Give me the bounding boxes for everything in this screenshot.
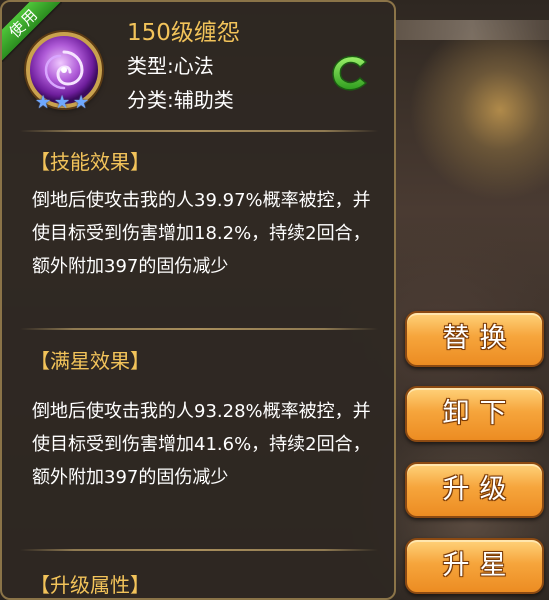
unequip-button[interactable]: 卸下 (405, 386, 544, 442)
skill-class: 分类:辅助类 (127, 88, 234, 112)
star-icon: ★ (35, 92, 52, 113)
header-divider (20, 130, 378, 132)
section-title-full-star-effect: 【满星效果】 (30, 349, 150, 373)
section-text-full-star-effect: 倒地后使攻击我的人93.28%概率被控，并使目标受到伤害增加41.6%，持续2回… (32, 401, 371, 488)
section-divider (20, 328, 378, 330)
in-use-ribbon-label: 使用 (2, 2, 62, 62)
section-text-skill-effect: 倒地后使攻击我的人39.97%概率被控，并使目标受到伤害增加18.2%，持续2回… (32, 190, 371, 277)
star-up-button[interactable]: 升星 (405, 538, 544, 594)
upgrade-button[interactable]: 升级 (405, 462, 544, 518)
section-title-upgrade-attributes: 【升级属性】 (30, 573, 150, 597)
star-icon: ★ (54, 92, 71, 113)
section-divider (20, 549, 378, 551)
skill-info-panel: 使用 ★ ★ ★ 150级缠怨 类型:心法 分类:辅助类 【技能效果】 倒地后使… (0, 0, 396, 600)
skill-title: 150级缠怨 (127, 20, 240, 46)
c-letter-badge-icon (332, 55, 368, 91)
skill-type: 类型:心法 (127, 54, 214, 78)
in-use-ribbon: 使用 (2, 2, 62, 62)
star-icon: ★ (73, 92, 90, 113)
replace-button[interactable]: 替换 (405, 311, 544, 367)
star-rating: ★ ★ ★ (35, 94, 95, 112)
scene-decoration (395, 20, 549, 40)
section-title-skill-effect: 【技能效果】 (30, 150, 150, 174)
